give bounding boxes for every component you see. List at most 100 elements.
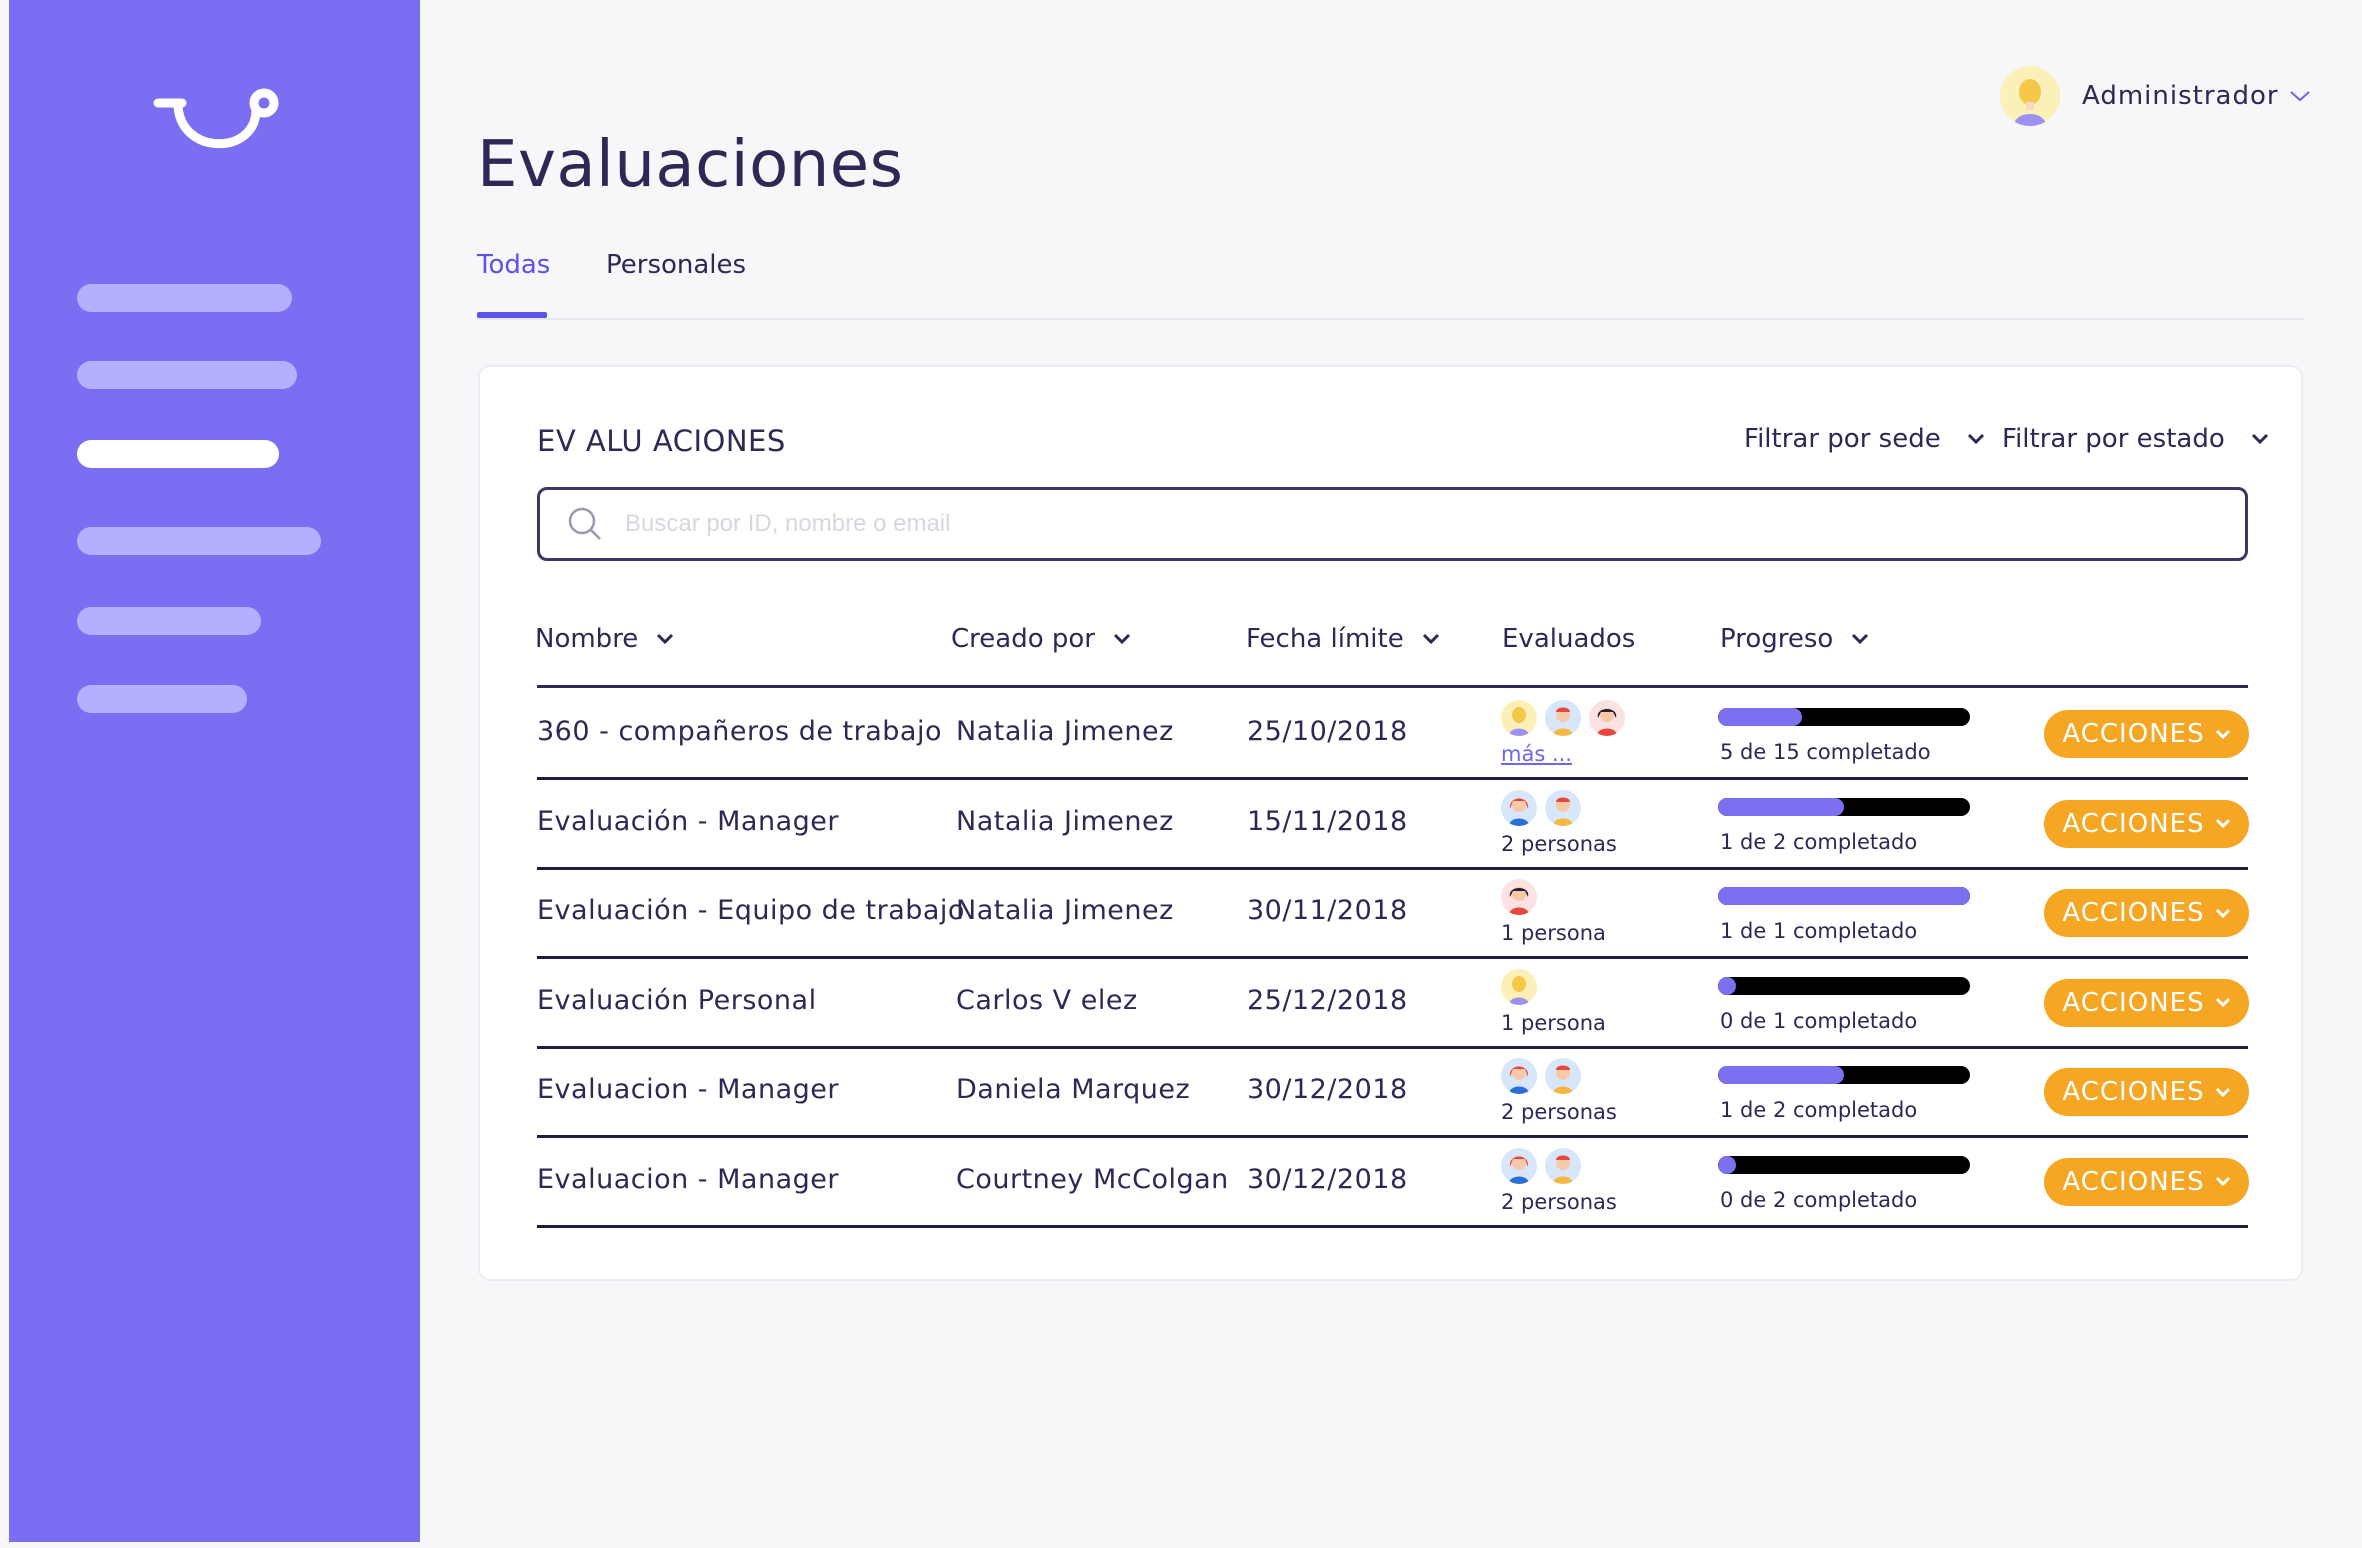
acciones-label: ACCIONES <box>2062 719 2205 749</box>
table-row[interactable]: Evaluación - Equipo de trabajo Natalia J… <box>537 869 2249 959</box>
filter-estado-label: Filtrar por estado <box>2002 424 2225 454</box>
acciones-button[interactable]: ACCIONES <box>2044 1068 2249 1116</box>
evaluated-avatars <box>1501 789 1589 826</box>
person-avatar-icon <box>1501 1058 1537 1094</box>
evaluated-avatars <box>1501 700 1633 736</box>
evaluated-count: 1 persona <box>1501 921 1606 945</box>
person-avatar-icon <box>1501 700 1537 736</box>
sidebar-item-6[interactable] <box>77 685 247 713</box>
acciones-label: ACCIONES <box>2062 898 2205 928</box>
column-header-creado-por[interactable]: Creado por <box>951 624 1131 654</box>
progress-text: 1 de 1 completado <box>1720 919 1918 943</box>
progress-bar-fill <box>1718 1066 1844 1084</box>
evaluated-avatars <box>1501 879 1545 915</box>
evaluations-card: EV ALU ACIONES Filtrar por sede Filtrar … <box>478 365 2303 1281</box>
progress-text: 1 de 2 completado <box>1720 1098 1918 1122</box>
evaluated-avatars <box>1501 968 1545 1005</box>
chevron-down-icon <box>1422 633 1439 645</box>
chevron-down-icon <box>1852 633 1869 645</box>
table-row[interactable]: Evaluación Personal Carlos V elez 25/12/… <box>537 959 2249 1049</box>
sidebar <box>9 0 420 1542</box>
column-header-label: Evaluados <box>1502 624 1636 654</box>
progress-text: 5 de 15 completado <box>1720 740 1931 764</box>
person-avatar-icon <box>1589 700 1625 736</box>
chevron-down-icon <box>2215 818 2230 829</box>
evaluation-name[interactable]: Evaluación - Equipo de trabajo <box>537 895 965 926</box>
progress-bar <box>1718 797 1970 816</box>
creator-name: Carlos V elez <box>956 984 1138 1016</box>
chevron-down-icon <box>2289 91 2310 102</box>
due-date: 15/11/2018 <box>1247 805 1408 837</box>
column-header-label: Fecha límite <box>1246 624 1404 654</box>
search-input[interactable] <box>625 510 2125 538</box>
evaluation-name[interactable]: 360 - compañeros de trabajo <box>537 716 942 747</box>
sidebar-item-4[interactable] <box>77 527 321 555</box>
filter-sede-label: Filtrar por sede <box>1744 424 1941 454</box>
more-evaluated-link[interactable]: más ... <box>1501 742 1572 766</box>
user-name: Administrador <box>2082 81 2279 111</box>
due-date: 25/10/2018 <box>1247 716 1408 747</box>
user-avatar-icon <box>2000 66 2060 126</box>
filter-sede-dropdown[interactable]: Filtrar por sede <box>1744 424 1985 454</box>
chevron-down-icon <box>1967 433 1984 445</box>
person-avatar-icon <box>1501 1147 1537 1184</box>
acciones-button[interactable]: ACCIONES <box>2044 1157 2249 1206</box>
chevron-down-icon <box>2215 729 2230 739</box>
column-header-label: Progreso <box>1720 624 1834 654</box>
evaluation-name[interactable]: Evaluación - Manager <box>537 806 839 837</box>
evaluated-count: 2 personas <box>1501 1100 1617 1124</box>
due-date: 30/11/2018 <box>1247 895 1408 926</box>
search-icon <box>568 507 601 540</box>
column-header-fecha-limite[interactable]: Fecha límite <box>1246 624 1440 654</box>
acciones-label: ACCIONES <box>2062 808 2205 839</box>
evaluated-count: 1 persona <box>1501 1010 1606 1035</box>
column-header-nombre[interactable]: Nombre <box>535 624 674 654</box>
column-header-progreso[interactable]: Progreso <box>1720 624 1869 654</box>
evaluated-avatars <box>1501 1147 1589 1184</box>
progress-bar <box>1718 976 1970 995</box>
table-row[interactable]: 360 - compañeros de trabajo Natalia Jime… <box>537 690 2249 780</box>
chevron-down-icon <box>2215 1176 2230 1187</box>
card-title: EV ALU ACIONES <box>537 424 786 458</box>
evaluation-name[interactable]: Evaluación Personal <box>537 985 817 1016</box>
sidebar-item-3-active[interactable] <box>77 440 279 468</box>
sidebar-item-1[interactable] <box>77 284 292 312</box>
acciones-button[interactable]: ACCIONES <box>2044 889 2249 937</box>
acciones-label: ACCIONES <box>2062 1077 2205 1107</box>
smile-logo-icon[interactable] <box>146 78 286 168</box>
table-header-divider <box>537 685 2248 688</box>
acciones-button[interactable]: ACCIONES <box>2044 710 2249 758</box>
tab-personales[interactable]: Personales <box>606 250 746 280</box>
active-tab-indicator <box>477 312 547 318</box>
tab-todas[interactable]: Todas <box>477 250 550 280</box>
chevron-down-icon <box>1113 633 1131 645</box>
person-avatar-icon <box>1545 789 1581 826</box>
sidebar-item-5[interactable] <box>77 607 261 635</box>
chevron-down-icon <box>2215 1087 2230 1097</box>
creator-name: Natalia Jimenez <box>956 895 1174 926</box>
acciones-label: ACCIONES <box>2062 1166 2205 1197</box>
sidebar-item-2[interactable] <box>77 361 297 389</box>
acciones-button[interactable]: ACCIONES <box>2044 978 2249 1027</box>
progress-text: 0 de 1 completado <box>1720 1008 1918 1033</box>
progress-bar <box>1718 887 1970 905</box>
table-row[interactable]: Evaluacion - Manager Courtney McColgan 3… <box>537 1138 2249 1228</box>
creator-name: Natalia Jimenez <box>956 716 1174 747</box>
filter-estado-dropdown[interactable]: Filtrar por estado <box>2002 424 2269 454</box>
person-avatar-icon <box>1501 879 1537 915</box>
progress-bar <box>1718 1155 1970 1174</box>
table-row[interactable]: Evaluación - Manager Natalia Jimenez 15/… <box>537 780 2249 870</box>
table-row[interactable]: Evaluacion - Manager Daniela Marquez 30/… <box>537 1048 2249 1138</box>
progress-text: 0 de 2 completado <box>1720 1187 1918 1212</box>
progress-bar <box>1718 708 1970 726</box>
progress-bar-fill <box>1718 797 1844 816</box>
person-avatar-icon <box>1501 968 1537 1005</box>
chevron-down-icon <box>2215 997 2230 1008</box>
progress-bar-fill <box>1718 708 1802 726</box>
progress-text: 1 de 2 completado <box>1720 829 1918 854</box>
acciones-button[interactable]: ACCIONES <box>2044 799 2249 848</box>
user-menu[interactable]: Administrador <box>2000 66 2311 126</box>
evaluation-name[interactable]: Evaluacion - Manager <box>537 1074 839 1105</box>
progress-bar <box>1718 1066 1970 1084</box>
evaluation-name[interactable]: Evaluacion - Manager <box>537 1164 839 1195</box>
